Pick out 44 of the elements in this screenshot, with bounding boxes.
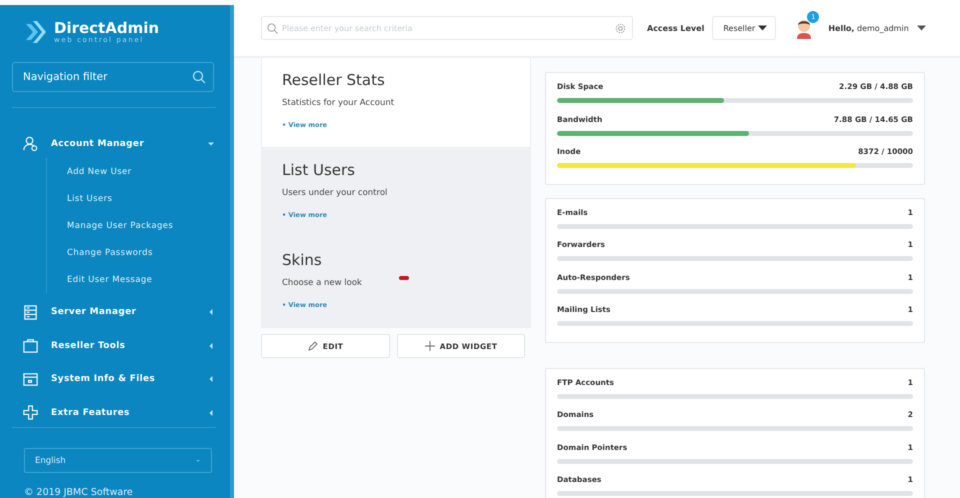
nav-submenu-item[interactable]: Edit User Message — [67, 274, 152, 285]
nav-menu-item[interactable]: Account Manager — [0, 126, 230, 160]
widget-title: Skins — [282, 251, 323, 269]
search-icon — [267, 22, 278, 34]
dash-mark — [399, 276, 409, 280]
search-icon — [192, 70, 206, 84]
nav-menu-item[interactable]: Server Manager — [0, 295, 230, 329]
widget-subtitle: Choose a new look — [282, 278, 363, 288]
server-icon — [22, 304, 39, 321]
caret-down-icon[interactable] — [916, 25, 926, 31]
nav-submenu-item[interactable]: Change Passwords — [67, 248, 153, 258]
nav-submenu-item[interactable]: Manage User Packages — [67, 220, 174, 231]
pencil-icon — [308, 341, 318, 351]
nav-menu-item[interactable]: Reseller Tools — [0, 328, 230, 362]
nav-menu-item[interactable]: System Info & Files — [0, 362, 230, 396]
widget-subtitle: Statistics for your Account — [282, 98, 396, 108]
widget-subtitle: Users under your control — [282, 188, 388, 198]
nav-submenu-item[interactable]: Add New User — [67, 166, 132, 177]
caret-left-icon — [208, 410, 214, 416]
caret-down-icon — [758, 25, 768, 31]
users-icon — [22, 135, 39, 152]
navigation-filter-field[interactable]: Navigation filter — [12, 62, 214, 92]
logo-text: DirectAdmin — [54, 20, 160, 36]
chevron-logo-icon — [26, 21, 46, 44]
nav-submenu-item[interactable]: List Users — [67, 194, 112, 204]
plus-icon — [424, 341, 435, 351]
caret-left-icon — [208, 309, 214, 316]
plus-icon — [22, 404, 39, 422]
user-greeting[interactable]: Hello, demo_admin — [828, 24, 909, 32]
nav-menu-item[interactable]: Extra Features — [0, 396, 230, 430]
caret-down-icon — [195, 458, 201, 464]
copyright-text: © 2019 JBMC Software — [24, 487, 134, 498]
search-field[interactable]: Please enter your search criteria — [261, 16, 633, 40]
settings-icon[interactable] — [615, 22, 626, 34]
window-icon — [22, 370, 39, 388]
caret-left-icon — [208, 342, 214, 349]
caret-left-icon — [208, 376, 214, 382]
widget-title: Reseller Stats — [282, 71, 386, 89]
caret-down-icon — [208, 140, 214, 147]
widget-title: List Users — [282, 161, 356, 179]
access-level-label: Access Level — [647, 24, 704, 32]
briefcase-icon — [22, 337, 39, 354]
language-select[interactable]: English — [24, 448, 212, 473]
access-level-select[interactable]: Reseller — [712, 16, 776, 40]
